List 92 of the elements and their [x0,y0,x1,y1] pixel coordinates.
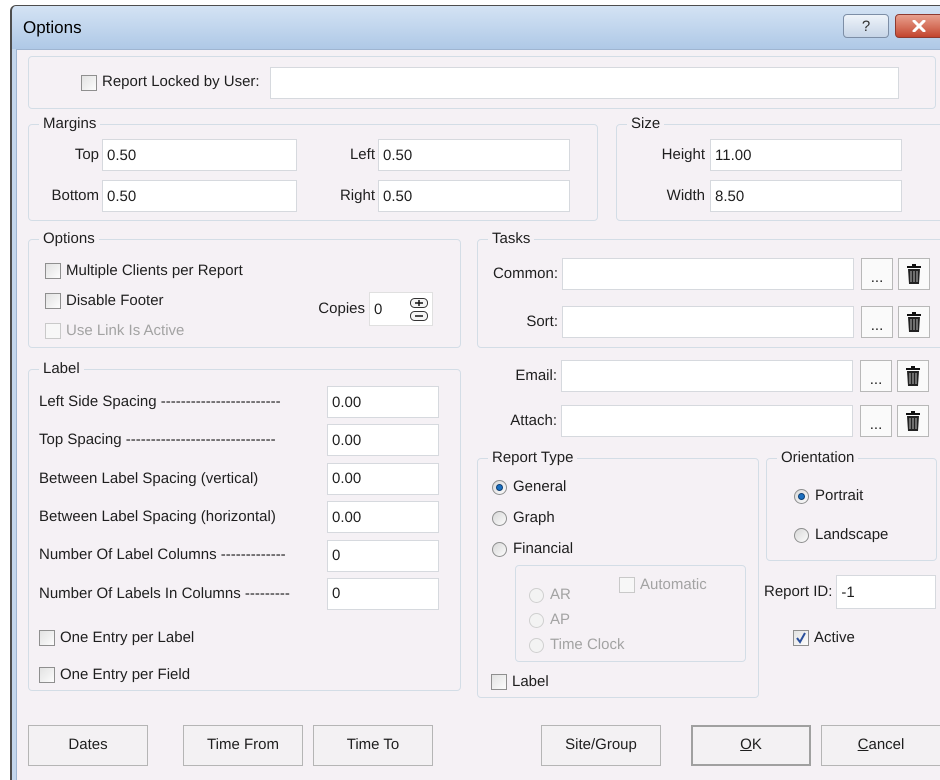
radio-label: Graph [513,508,555,528]
field-label: Attach: [509,410,558,431]
increment-icon[interactable] [410,298,428,308]
radio-button[interactable] [492,542,507,557]
checkbox[interactable] [39,666,55,683]
group-title: Margins [39,115,100,133]
delete-button[interactable] [897,360,929,392]
field-label: Report ID: [764,582,834,602]
field-label: Number Of Label Columns ------------- [39,545,287,566]
browse-button[interactable]: ... [860,360,892,392]
text-field[interactable]: 0.00 [327,462,439,495]
field-label: Number Of Labels In Columns --------- [39,584,291,604]
field-label: Left Side Spacing ------------------------ [39,392,282,412]
browse-button[interactable]: ... [860,405,892,437]
text-field[interactable]: 0.50 [102,180,297,212]
close-button[interactable] [895,14,940,38]
field-label: Bottom [50,186,99,206]
text-field[interactable] [561,360,853,392]
radio-button[interactable] [492,511,507,526]
field-label: Between Label Spacing (vertical) [39,468,260,489]
help-button[interactable]: ? [843,14,889,38]
checkbox-label: One Entry per Field [60,664,190,685]
radio-button[interactable] [794,528,809,543]
checkbox[interactable] [45,263,61,279]
text-field[interactable]: 0.00 [327,501,439,534]
radio-label: Financial [513,539,574,560]
radio-label: General [513,477,566,498]
field-label: Height [660,144,705,165]
text-field[interactable] [562,306,854,338]
trash-icon [906,263,922,285]
text-field[interactable]: 0.00 [327,424,439,456]
field-label: Left [348,144,375,165]
checkbox-label: Multiple Clients per Report [66,260,243,281]
checkbox-label: Report Locked by User: [102,72,260,92]
checkbox[interactable] [81,74,97,90]
checkbox-label: Active [814,628,855,648]
text-field[interactable]: 0 [327,540,439,572]
delete-button[interactable] [898,258,930,290]
radio-label: Time Clock [550,635,624,656]
checkbox[interactable] [45,293,61,309]
checkbox-label: Disable Footer [66,290,164,311]
window-title: Options [23,16,82,39]
decrement-icon[interactable] [410,311,428,321]
field-label: Sort: [525,312,559,332]
radio-label: Landscape [815,525,888,546]
field-label: Top [74,144,99,165]
checkbox-label: Automatic [640,574,707,595]
group-title: Options [39,230,99,248]
browse-button[interactable]: ... [861,306,893,338]
field-label: Copies [318,299,365,319]
field-label: Width [666,186,705,206]
radio-label: AR [550,585,571,606]
checkbox[interactable] [491,674,507,690]
trash-icon [905,410,921,432]
text-field[interactable]: 0.00 [327,386,439,418]
text-field[interactable]: 0.50 [378,139,570,171]
text-field[interactable]: 11.00 [710,139,902,171]
checkbox-label: One Entry per Label [60,628,194,648]
checkbox-label: Use Link Is Active [66,320,184,341]
checkbox-label: Label [512,672,549,692]
text-field[interactable] [562,258,854,290]
dialog-button[interactable]: Time To [313,725,433,766]
radio-button[interactable] [794,489,809,504]
close-icon [912,20,926,32]
dialog-button[interactable]: Cancel [821,725,940,766]
text-field[interactable]: 8.50 [710,180,902,212]
field-label: Common: [492,264,559,284]
field-label: Top Spacing ------------------------------ [39,430,277,450]
radio-label: Portrait [815,486,864,506]
checkbox[interactable] [39,630,55,646]
text-field[interactable]: 0 [327,578,439,610]
radio-label: AP [550,610,570,630]
delete-button[interactable] [898,306,930,338]
text-field[interactable] [561,405,853,437]
field-label: Right [338,186,375,206]
text-field[interactable]: 0.50 [378,180,570,212]
text-field[interactable] [270,66,899,98]
checkbox[interactable] [793,630,809,646]
group-title: Report Type [488,449,578,467]
field-label: Email: [514,366,558,386]
text-field[interactable]: 0.50 [102,139,297,171]
trash-icon [906,311,922,333]
dialog-button[interactable]: Site/Group [541,725,661,766]
dialog-button[interactable]: Time From [183,725,303,766]
browse-button[interactable]: ... [861,258,893,290]
dialog-button[interactable]: Dates [28,725,148,766]
field-label: Between Label Spacing (horizontal) [39,506,277,527]
delete-button[interactable] [897,405,929,437]
radio-button[interactable] [492,480,507,495]
dialog-button[interactable]: OK [691,725,811,766]
text-field[interactable]: -1 [836,575,936,609]
trash-icon [905,365,921,387]
